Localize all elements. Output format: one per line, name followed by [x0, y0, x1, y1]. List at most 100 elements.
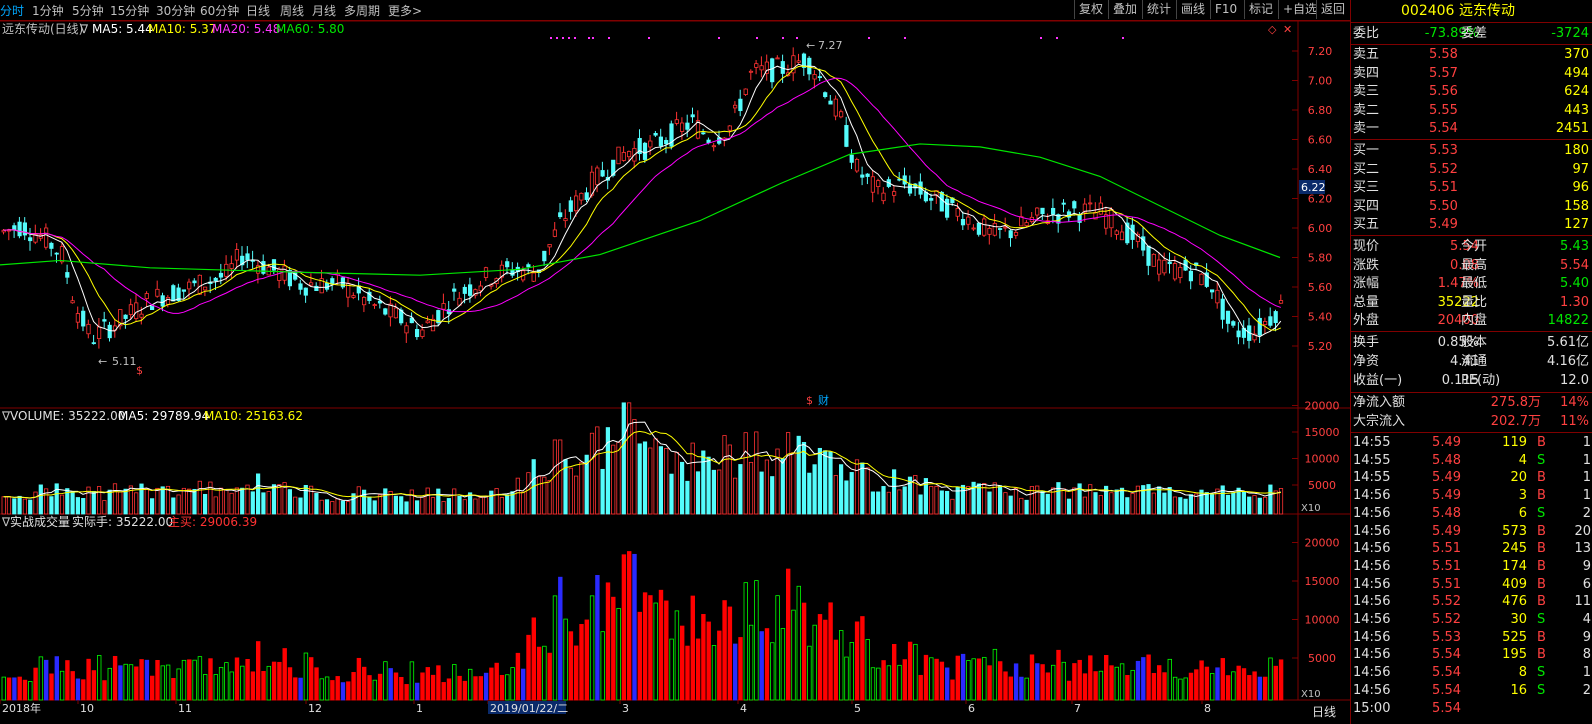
- actual-volume-bar: [234, 657, 240, 701]
- tick-price: 5.49: [1432, 523, 1461, 539]
- volume-bar: [176, 494, 181, 515]
- tick-time: 14:56: [1353, 665, 1391, 681]
- candle-body: [960, 219, 966, 226]
- candle-body: [627, 151, 632, 158]
- actual-volume-bar: [75, 678, 81, 701]
- candle-body: [870, 176, 876, 193]
- tick-side: B: [1537, 541, 1546, 557]
- volume-bar: [293, 496, 298, 515]
- volume-bar: [319, 499, 324, 515]
- actual-volume-bar: [494, 662, 499, 701]
- stat-label: 涨幅: [1353, 276, 1380, 292]
- candle-body: [939, 191, 944, 212]
- candle-body: [372, 304, 377, 306]
- volume-bar: [717, 469, 722, 515]
- actual-volume-bar: [558, 576, 563, 701]
- actual-volume-bar: [992, 648, 998, 701]
- ask-label: 卖一: [1353, 121, 1380, 137]
- actual-volume-bar: [483, 672, 489, 701]
- candle-body: [1146, 245, 1151, 266]
- tick-price: 5.54: [1432, 665, 1461, 681]
- kline-chart-area[interactable]: 远东传动(日线) ∇ MA5: 5.44 MA10: 5.37 MA20: 5.…: [0, 0, 1350, 724]
- bid-row: 买二 5.52 97: [1351, 161, 1592, 179]
- volume-bar: [383, 488, 388, 515]
- volume-bar: [515, 477, 520, 515]
- volume-bar: [945, 490, 950, 515]
- dividend-marker-2[interactable]: $: [806, 394, 813, 407]
- actual-volume-bar: [1040, 664, 1045, 701]
- volume-bar: [1056, 482, 1061, 515]
- candle-body: [526, 264, 531, 268]
- volume-bar: [876, 491, 881, 515]
- actual-volume-bar: [754, 580, 759, 701]
- candle-body: [97, 326, 102, 339]
- y-tick-label: 15000: [1305, 575, 1340, 588]
- volume-bar: [1040, 490, 1045, 515]
- stat-label: 净资: [1353, 354, 1380, 369]
- tick-time: 15:00: [1353, 700, 1391, 716]
- actual-volume-bar: [1125, 674, 1130, 701]
- stat-value: 4.16亿: [1547, 354, 1589, 369]
- actual-volume-bar: [33, 667, 38, 701]
- tick-count: 9: [1582, 558, 1591, 574]
- actual-volume-bar: [939, 661, 945, 701]
- actual-volume-bar: [171, 677, 176, 701]
- actual-volume-bar: [1199, 660, 1204, 701]
- tick-row: 14:56 5.52 30 S 4: [1351, 611, 1592, 629]
- actual-volume-bar: [642, 592, 648, 701]
- candle-body: [642, 142, 648, 160]
- actual-volume-bar: [49, 673, 54, 701]
- event-dot: [756, 37, 758, 39]
- actual-volume-bar: [6, 677, 12, 701]
- candle-body: [452, 288, 457, 292]
- close-panel-icon[interactable]: ✕: [1283, 23, 1292, 36]
- ask-row: 卖一 5.54 2451: [1351, 120, 1592, 138]
- volume-bar: [478, 497, 483, 515]
- candle-body: [828, 100, 833, 105]
- actual-volume-bar: [229, 671, 234, 701]
- actual-volume-bar: [542, 645, 547, 701]
- actual-volume-bar: [833, 639, 839, 701]
- actual-volume-bar: [918, 674, 923, 701]
- volume-bar: [28, 499, 33, 515]
- dividend-marker-1[interactable]: $: [136, 364, 143, 377]
- tick-time: 14:56: [1353, 594, 1391, 610]
- volume-bar: [452, 488, 457, 515]
- volume-bar: [1273, 490, 1278, 515]
- candle-body: [91, 342, 96, 345]
- actual-volume-bar: [595, 575, 600, 701]
- volume-bar: [960, 484, 966, 515]
- volume-bar: [1019, 497, 1024, 515]
- stat-value: 14822: [1547, 313, 1589, 329]
- candle-body: [1199, 273, 1204, 286]
- finance-marker[interactable]: 财: [818, 393, 829, 407]
- y-tick-label: 5.40: [1308, 311, 1333, 324]
- volume-bar: [674, 451, 679, 515]
- actual-volume-bar: [314, 667, 319, 701]
- tick-volume: 525: [1502, 629, 1527, 645]
- candle-body: [70, 300, 75, 304]
- candle-body: [1151, 253, 1156, 267]
- actual-volume-bar: [987, 665, 992, 701]
- candle-body: [1188, 270, 1193, 282]
- actual-volume-bar: [44, 659, 49, 701]
- volume-bar: [823, 450, 828, 515]
- flow-pct: 14%: [1560, 395, 1589, 410]
- volume-bar: [81, 498, 86, 515]
- ma5-label: MA5: 5.44: [92, 22, 153, 36]
- actual-volume-bar: [865, 639, 870, 701]
- actual-volume-bar: [786, 568, 791, 701]
- actual-volume-bar: [404, 684, 409, 701]
- actual-volume-bar: [775, 595, 780, 701]
- candle-body: [674, 119, 679, 124]
- volume-bar: [430, 497, 436, 515]
- volume-bar: [144, 488, 149, 515]
- volume-bar: [791, 452, 796, 515]
- candle-body: [600, 170, 605, 177]
- x-tick-label: 2018年: [2, 701, 41, 715]
- volume-bar: [1024, 499, 1029, 515]
- volume-bar: [303, 484, 308, 515]
- actual-volume-bar: [420, 672, 425, 701]
- actual-volume-bar: [425, 667, 430, 701]
- volume-bar: [340, 500, 346, 515]
